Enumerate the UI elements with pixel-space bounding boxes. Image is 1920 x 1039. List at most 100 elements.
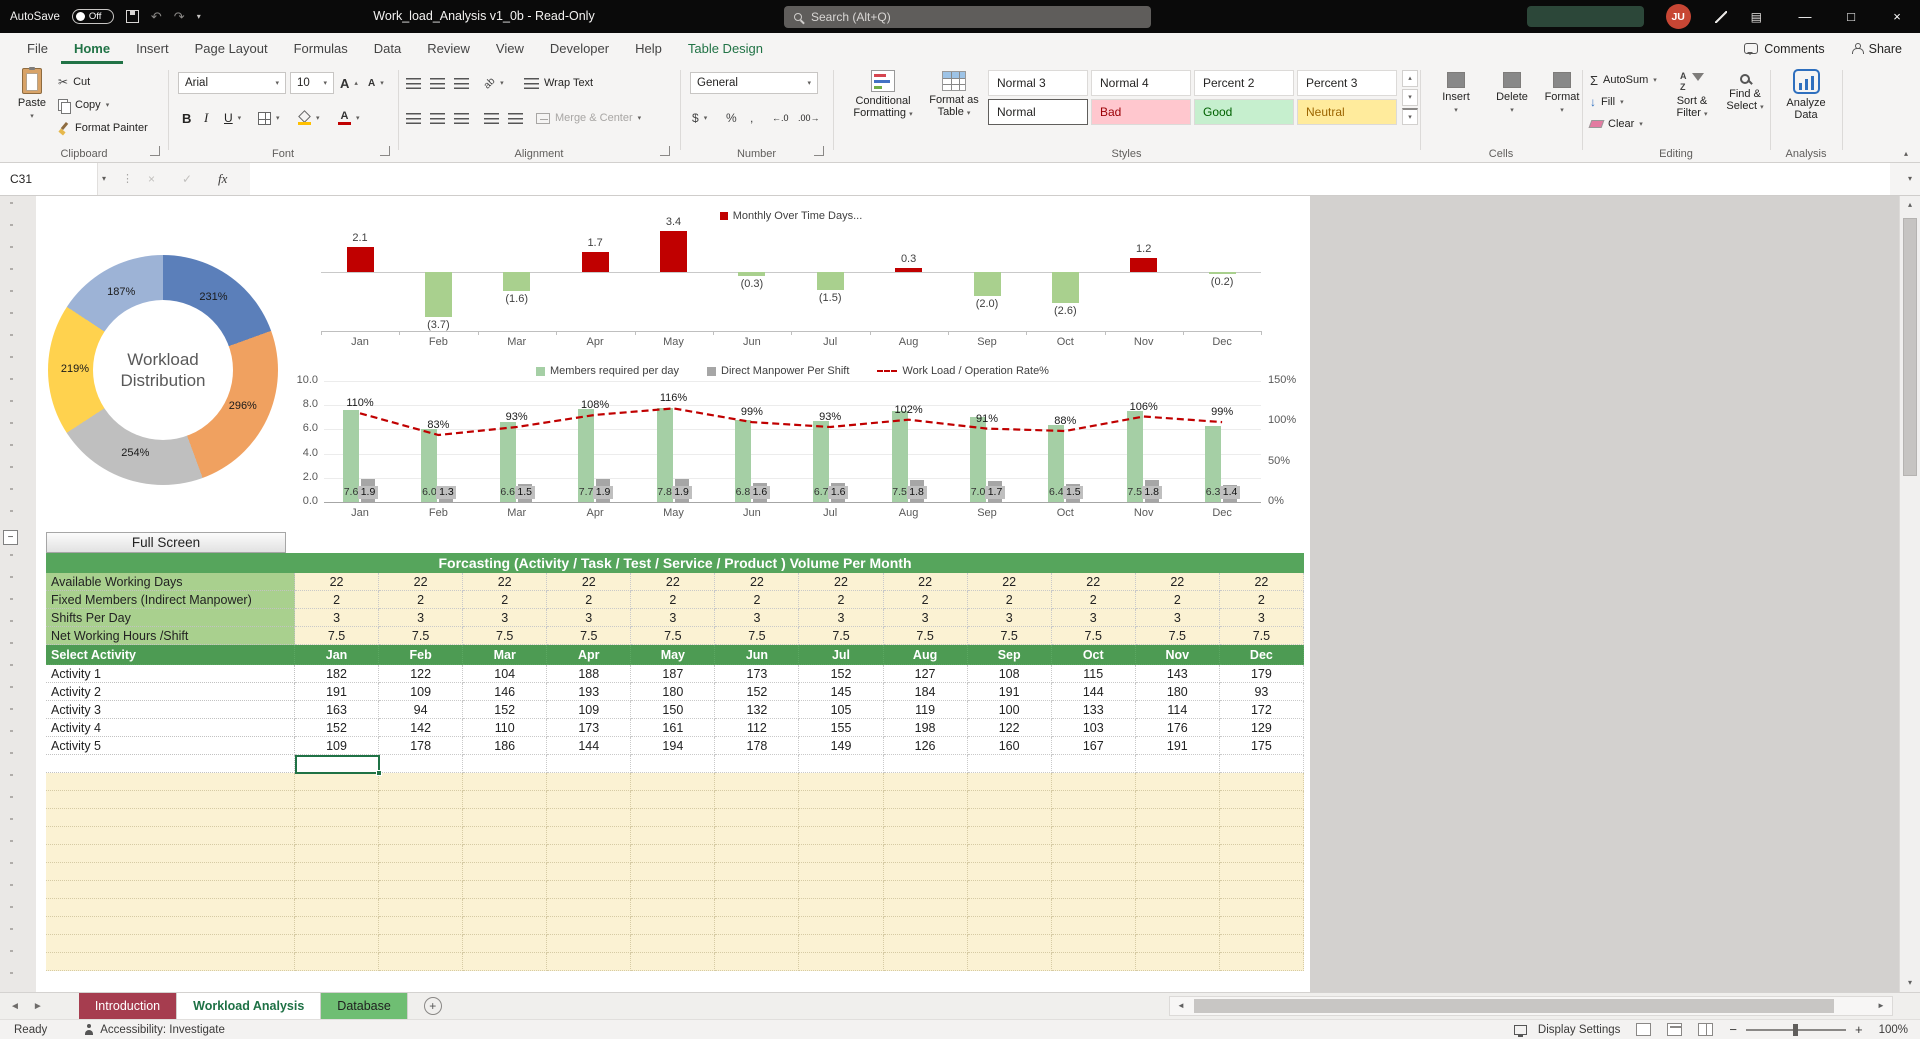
cell[interactable] (799, 881, 883, 899)
increase-indent-button[interactable] (508, 108, 523, 128)
cell[interactable]: May (631, 645, 715, 665)
maximize-button[interactable]: □ (1828, 0, 1874, 33)
cell[interactable]: 109 (295, 737, 379, 755)
cell[interactable]: 132 (715, 701, 799, 719)
cell[interactable]: 191 (968, 683, 1052, 701)
cell[interactable] (379, 755, 463, 773)
cell[interactable]: 22 (631, 573, 715, 591)
cell[interactable] (799, 845, 883, 863)
cell[interactable] (379, 845, 463, 863)
cell[interactable] (1052, 881, 1136, 899)
cell[interactable] (295, 791, 379, 809)
cell[interactable]: 144 (547, 737, 631, 755)
style-normal-3[interactable]: Normal 3 (988, 70, 1088, 96)
cell[interactable] (547, 881, 631, 899)
cell[interactable] (799, 935, 883, 953)
cell[interactable] (968, 755, 1052, 773)
decrease-indent-button[interactable] (484, 108, 499, 128)
cell[interactable]: 112 (715, 719, 799, 737)
alignment-dialog-launcher[interactable] (660, 146, 670, 156)
cell[interactable] (631, 863, 715, 881)
style-bad[interactable]: Bad (1091, 99, 1191, 125)
cell[interactable]: Dec (1220, 645, 1304, 665)
scroll-right-button[interactable]: ► (1870, 997, 1892, 1015)
cell[interactable] (968, 809, 1052, 827)
cell[interactable] (968, 791, 1052, 809)
cell[interactable] (1052, 953, 1136, 971)
cell[interactable] (463, 755, 547, 773)
cell[interactable] (463, 773, 547, 791)
cell[interactable] (295, 809, 379, 827)
percent-style-button[interactable]: % (726, 108, 737, 128)
sheet-content[interactable]: Workload Distribution 231%296%254%219%18… (36, 196, 1310, 992)
cell[interactable]: 191 (295, 683, 379, 701)
cell[interactable] (1220, 899, 1304, 917)
cell[interactable]: 152 (463, 701, 547, 719)
cell[interactable] (379, 881, 463, 899)
minimize-button[interactable]: — (1782, 0, 1828, 33)
cell[interactable] (884, 827, 968, 845)
undo-button[interactable]: ↶ (151, 0, 162, 33)
cell[interactable] (295, 917, 379, 935)
scroll-down-button[interactable]: ▾ (1900, 974, 1920, 992)
cell[interactable] (715, 791, 799, 809)
collapse-ribbon-button[interactable]: ▴ (1904, 149, 1908, 158)
italic-button[interactable]: I (204, 108, 208, 128)
cell[interactable] (631, 773, 715, 791)
ribbon-tab-formulas[interactable]: Formulas (281, 33, 361, 64)
cell[interactable] (1220, 809, 1304, 827)
cell[interactable]: 7.5 (884, 627, 968, 645)
cell[interactable]: 133 (1052, 701, 1136, 719)
cell[interactable] (968, 935, 1052, 953)
next-sheet-button[interactable]: ► (33, 1001, 43, 1012)
cell[interactable]: 22 (968, 573, 1052, 591)
cell[interactable]: 3 (968, 609, 1052, 627)
cell[interactable]: 142 (379, 719, 463, 737)
gallery-more-button[interactable]: ▾ (1402, 108, 1418, 125)
cell[interactable] (463, 881, 547, 899)
cell[interactable] (631, 845, 715, 863)
cell[interactable]: 7.5 (1136, 627, 1220, 645)
cell[interactable] (1136, 899, 1220, 917)
cell[interactable] (799, 953, 883, 971)
cell[interactable] (715, 755, 799, 773)
font-color-button[interactable]: A▾ (338, 108, 360, 128)
insert-cells-button[interactable]: Insert▾ (1432, 68, 1480, 117)
cell[interactable] (463, 917, 547, 935)
cell[interactable]: 3 (295, 609, 379, 627)
ribbon-tab-table-design[interactable]: Table Design (675, 33, 776, 64)
cell[interactable]: 179 (1220, 665, 1304, 683)
cell[interactable]: Sep (968, 645, 1052, 665)
ribbon-tab-page-layout[interactable]: Page Layout (182, 33, 281, 64)
font-family-select[interactable]: Arial▾ (178, 72, 286, 94)
cell[interactable] (463, 845, 547, 863)
cell[interactable] (968, 899, 1052, 917)
cell[interactable] (884, 881, 968, 899)
zoom-in-button[interactable]: + (1855, 1022, 1863, 1037)
cell[interactable] (631, 809, 715, 827)
align-top-button[interactable] (406, 73, 421, 93)
cell[interactable] (631, 917, 715, 935)
format-as-table-button[interactable]: Format asTable ▾ (924, 68, 984, 120)
cell[interactable] (1220, 917, 1304, 935)
paste-button[interactable]: Paste▾ (8, 68, 56, 123)
cell[interactable]: Apr (547, 645, 631, 665)
cell[interactable]: 22 (295, 573, 379, 591)
cell[interactable]: 7.5 (547, 627, 631, 645)
accounting-format-button[interactable]: $▾ (692, 108, 707, 128)
cell[interactable]: Feb (379, 645, 463, 665)
insert-function-icon[interactable]: fx (218, 163, 227, 195)
zoom-level[interactable]: 100% (1879, 1024, 1908, 1036)
cell[interactable]: 108 (968, 665, 1052, 683)
cell[interactable] (799, 827, 883, 845)
cell[interactable]: 3 (379, 609, 463, 627)
style-percent-2[interactable]: Percent 2 (1194, 70, 1294, 96)
fill-color-button[interactable]: ▾ (298, 108, 320, 128)
full-screen-button[interactable]: Full Screen (46, 532, 286, 553)
cell[interactable] (1220, 845, 1304, 863)
cell[interactable]: Mar (463, 645, 547, 665)
cell[interactable]: 176 (1136, 719, 1220, 737)
comma-style-button[interactable]: , (750, 108, 753, 128)
cell[interactable]: 126 (884, 737, 968, 755)
cell[interactable]: 2 (1220, 591, 1304, 609)
